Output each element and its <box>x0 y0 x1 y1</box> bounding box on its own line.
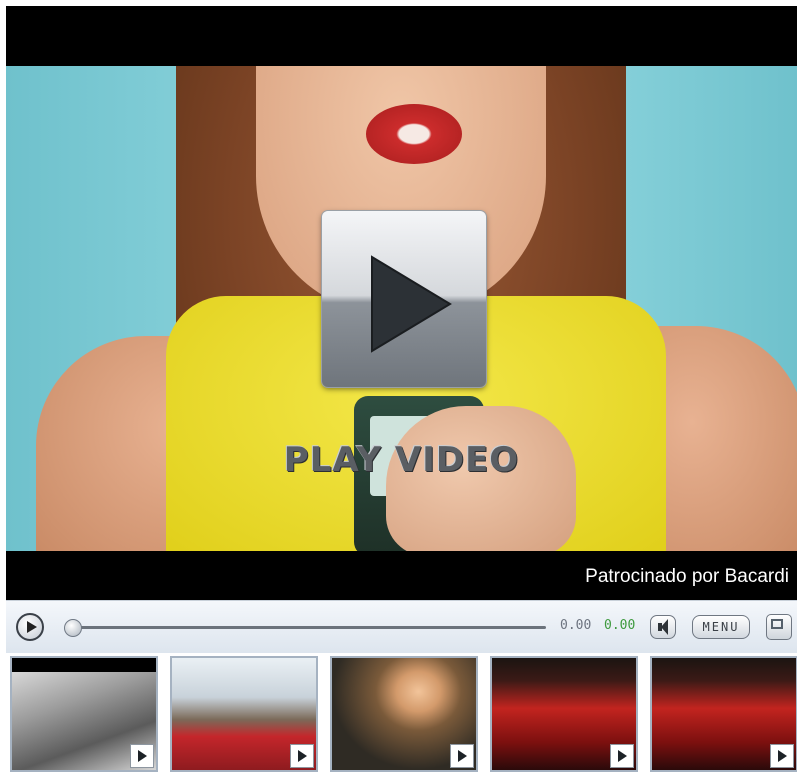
fullscreen-icon <box>771 619 783 629</box>
thumbnail-3[interactable] <box>330 656 478 772</box>
related-videos <box>6 656 797 772</box>
play-button[interactable] <box>16 613 44 641</box>
play-video-label[interactable]: PLAY VIDEO <box>6 440 797 480</box>
play-icon[interactable] <box>130 744 154 768</box>
seek-bar[interactable] <box>72 626 546 629</box>
volume-button[interactable] <box>650 615 676 639</box>
elapsed-time: 0.00 <box>560 618 592 633</box>
thumbnail-5[interactable] <box>650 656 797 772</box>
play-icon[interactable] <box>610 744 634 768</box>
thumbnail-1[interactable] <box>10 656 158 772</box>
sponsor-text: Patrocinado por Bacardi <box>585 566 789 587</box>
seek-handle[interactable] <box>64 619 82 637</box>
speaker-cone <box>661 619 668 635</box>
play-icon <box>27 621 37 633</box>
play-icon <box>371 255 452 353</box>
big-play-button[interactable] <box>322 211 486 387</box>
control-bar: 0.00 0.00 MENU <box>6 600 797 653</box>
play-icon[interactable] <box>450 744 474 768</box>
play-icon[interactable] <box>770 744 794 768</box>
thumbnail-2[interactable] <box>170 656 318 772</box>
video-still-lips <box>366 104 462 164</box>
thumbnail-4[interactable] <box>490 656 638 772</box>
play-icon[interactable] <box>290 744 314 768</box>
total-time: 0.00 <box>604 618 636 633</box>
video-player[interactable]: PLAY VIDEO Patrocinado por Bacardi <box>6 6 797 600</box>
fullscreen-button[interactable] <box>766 614 792 640</box>
menu-button[interactable]: MENU <box>692 615 750 639</box>
